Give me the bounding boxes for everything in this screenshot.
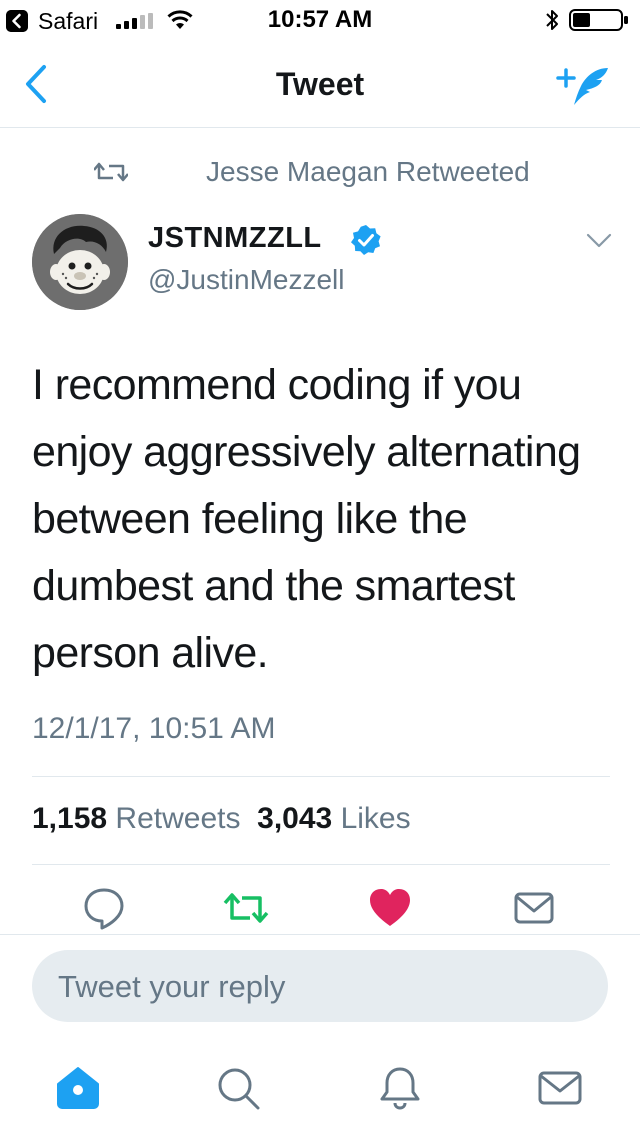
retweets-count: 1,158 <box>32 802 108 835</box>
tweet-text-line: enjoy aggressively alternating <box>32 428 581 476</box>
nav-bar: Tweet <box>0 40 640 128</box>
chevron-down-icon[interactable] <box>586 232 612 250</box>
likes-count: 3,043 <box>257 802 333 835</box>
direct-message-icon[interactable] <box>510 884 558 932</box>
tweet-text-line: person alive. <box>32 629 269 677</box>
home-icon[interactable] <box>54 1064 102 1112</box>
retweeted-by-label: Jesse Maegan Retweeted <box>206 156 530 187</box>
notifications-icon[interactable] <box>376 1064 424 1112</box>
author-display-name[interactable]: JSTNMZZLL <box>148 222 322 255</box>
avatar[interactable] <box>32 214 128 310</box>
tab-bar <box>0 1036 640 1136</box>
search-icon[interactable] <box>214 1064 262 1112</box>
tweet-text-line: between feeling like the <box>32 495 468 543</box>
messages-icon[interactable] <box>536 1064 584 1112</box>
status-bar: Safari 10:57 AM <box>0 0 640 40</box>
divider <box>32 864 610 865</box>
page-title: Tweet <box>275 66 365 102</box>
author-handle[interactable]: @JustinMezzell <box>148 264 344 296</box>
clock: 10:57 AM <box>267 6 373 33</box>
likes-label: Likes <box>340 802 411 835</box>
reply-placeholder: Tweet your reply <box>58 969 286 1004</box>
divider <box>32 776 610 777</box>
reply-icon[interactable] <box>80 884 128 932</box>
retweets-label: Retweets <box>115 802 241 835</box>
tweet-text-line: dumbest and the smartest <box>32 562 515 610</box>
likes-stat[interactable]: 3,043 Likes <box>257 802 410 835</box>
tweet-text: I recommend coding if you enjoy aggressi… <box>32 352 622 687</box>
bluetooth-icon <box>546 10 558 30</box>
retweet-context[interactable]: Jesse Maegan Retweeted <box>0 150 640 194</box>
battery-icon <box>569 9 628 31</box>
tweet-actions <box>0 884 640 934</box>
like-icon[interactable] <box>366 884 414 932</box>
tweet-stats: 1,158 Retweets 3,043 Likes <box>32 802 411 836</box>
divider <box>0 934 640 935</box>
reply-input[interactable]: Tweet your reply <box>32 950 608 1022</box>
verified-badge-icon <box>351 225 381 255</box>
retweets-stat[interactable]: 1,158 Retweets <box>32 802 240 835</box>
compose-tweet-icon[interactable] <box>556 62 612 108</box>
tweet-timestamp: 12/1/17, 10:51 AM <box>32 712 276 745</box>
retweet-icon <box>94 162 128 182</box>
tweet-text-line: I recommend coding if you <box>32 361 522 409</box>
retweet-icon[interactable] <box>222 884 270 932</box>
